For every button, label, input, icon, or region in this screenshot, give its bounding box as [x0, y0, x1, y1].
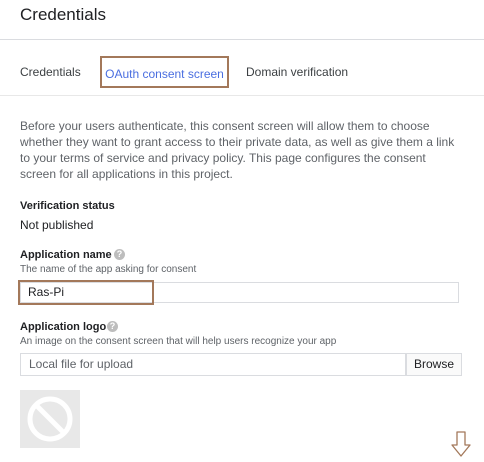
tab-oauth-consent-screen[interactable]: OAuth consent screen	[100, 56, 229, 88]
tab-bar: Credentials OAuth consent screen Domain …	[0, 56, 484, 88]
browse-button[interactable]: Browse	[406, 353, 462, 376]
tab-domain-verification[interactable]: Domain verification	[246, 56, 348, 88]
logo-placeholder	[20, 390, 80, 448]
application-name-hint: The name of the app asking for consent	[20, 264, 197, 275]
application-logo-hint: An image on the consent screen that will…	[20, 336, 337, 347]
verification-status-label: Verification status	[20, 200, 115, 212]
help-icon[interactable]: ?	[114, 249, 125, 260]
down-arrow-icon	[451, 431, 471, 457]
page-title: Credentials	[20, 5, 106, 24]
no-symbol-icon	[27, 396, 73, 442]
consent-description: Before your users authenticate, this con…	[20, 119, 455, 181]
application-name-input[interactable]: Ras-Pi	[18, 280, 154, 305]
logo-file-input[interactable]: Local file for upload	[20, 353, 406, 376]
tab-credentials[interactable]: Credentials	[20, 56, 81, 88]
application-logo-label: Application logo	[20, 321, 107, 333]
tabs-divider	[0, 95, 484, 96]
verification-status-value: Not published	[20, 218, 94, 232]
header-divider	[0, 39, 484, 40]
application-name-label: Application name	[20, 249, 112, 261]
help-icon[interactable]: ?	[107, 321, 118, 332]
